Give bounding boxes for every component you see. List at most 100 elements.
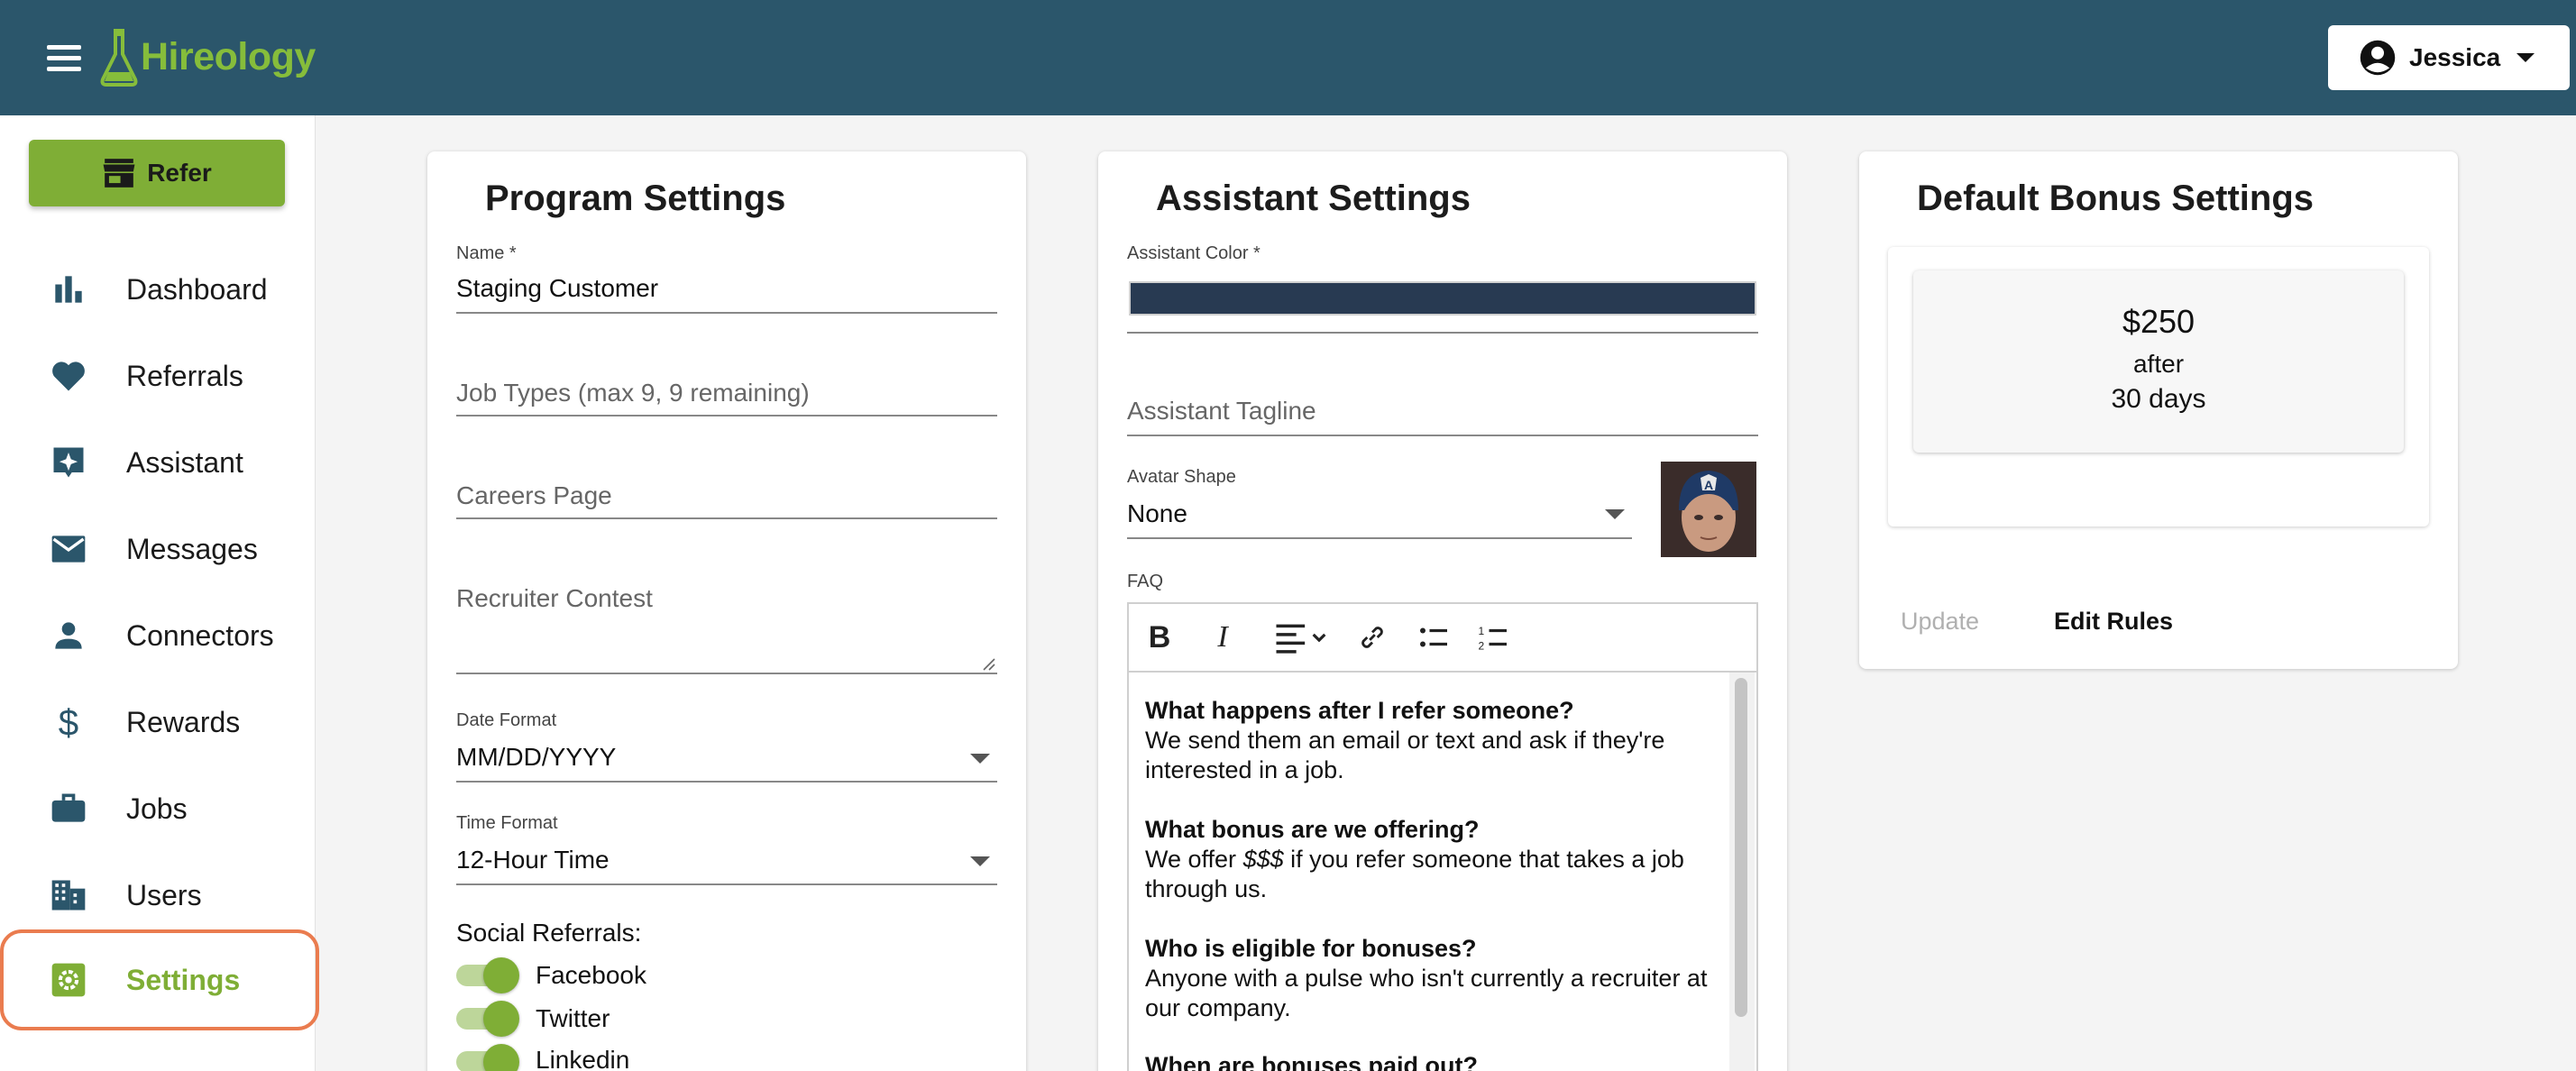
faq-question: What happens after I refer someone?: [1145, 697, 1574, 724]
sidebar-item-label: Dashboard: [126, 272, 268, 306]
linkedin-label: Linkedin: [536, 1046, 630, 1071]
assistant-color-swatch[interactable]: [1129, 281, 1756, 316]
name-label: Name *: [456, 243, 517, 263]
faq-answer: We send them an email or text and ask if…: [1145, 727, 1665, 783]
user-name: Jessica: [2409, 43, 2501, 71]
menu-icon[interactable]: [47, 45, 81, 71]
faq-label: FAQ: [1127, 572, 1164, 591]
avatar-image[interactable]: A: [1661, 462, 1756, 557]
briefcase-icon: [49, 789, 88, 828]
user-menu-button[interactable]: Jessica: [2328, 25, 2570, 90]
refer-label: Refer: [147, 159, 212, 187]
envelope-icon: [49, 529, 88, 569]
heart-icon: [49, 356, 88, 396]
faq-answer: We offer $$$ if you refer someone that t…: [1145, 846, 1684, 902]
sidebar-item-connectors[interactable]: Connectors: [0, 592, 316, 679]
recruiter-contest-underline: [456, 673, 997, 674]
flask-logo-icon: [100, 29, 138, 87]
editor-toolbar-divider: [1129, 671, 1756, 673]
bold-icon[interactable]: B: [1141, 617, 1178, 658]
bullet-list-icon[interactable]: [1414, 617, 1453, 658]
avatar-shape-underline: [1127, 537, 1632, 539]
assistant-tagline-underline: [1127, 435, 1758, 436]
sidebar-item-label: Connectors: [126, 618, 274, 652]
job-types-input[interactable]: Job Types (max 9, 9 remaining): [456, 379, 810, 407]
facebook-toggle[interactable]: [456, 956, 521, 993]
recruiter-contest-textarea[interactable]: Recruiter Contest: [456, 584, 653, 613]
sidebar-item-assistant[interactable]: Assistant: [0, 419, 316, 506]
avatar-shape-label: Avatar Shape: [1127, 467, 1236, 487]
sidebar-item-dashboard[interactable]: Dashboard: [0, 246, 316, 333]
svg-text:A: A: [1704, 478, 1713, 492]
chevron-down-icon[interactable]: [1605, 509, 1625, 519]
sidebar-item-settings[interactable]: Settings: [0, 929, 319, 1030]
svg-text:$: $: [59, 702, 78, 742]
avatar-shape-select[interactable]: None: [1127, 499, 1187, 528]
careers-page-input[interactable]: Careers Page: [456, 481, 612, 510]
linkedin-toggle[interactable]: [456, 1042, 521, 1071]
twitter-toggle[interactable]: [456, 999, 521, 1037]
faq-question: What bonus are we offering?: [1145, 816, 1480, 843]
assistant-settings-title: Assistant Settings: [1156, 178, 1471, 218]
faq-item: What bonus are we offering? We offer $$$…: [1145, 815, 1722, 904]
facebook-label: Facebook: [536, 961, 646, 989]
social-referrals-label: Social Referrals:: [456, 919, 642, 947]
sidebar-item-label: Referrals: [126, 359, 243, 392]
sidebar-item-users[interactable]: Users: [0, 852, 316, 938]
bonus-days: 30 days: [2111, 384, 2206, 414]
edit-rules-button[interactable]: Edit Rules: [2054, 608, 2173, 636]
sidebar-item-label: Messages: [126, 532, 258, 565]
chevron-down-icon[interactable]: [970, 856, 990, 866]
bonus-amount: $250: [2122, 303, 2196, 340]
date-format-underline: [456, 781, 997, 783]
numbered-list-icon[interactable]: 12: [1473, 617, 1513, 658]
resize-handle-icon[interactable]: [981, 656, 995, 671]
sidebar-item-referrals[interactable]: Referrals: [0, 333, 316, 419]
faq-answer: Anyone with a pulse who isn't currently …: [1145, 965, 1708, 1021]
date-format-label: Date Format: [456, 710, 557, 730]
sidebar-item-label: Settings: [126, 963, 241, 996]
assistant-tagline-input[interactable]: Assistant Tagline: [1127, 397, 1316, 426]
time-format-label: Time Format: [456, 813, 558, 833]
name-field[interactable]: Staging Customer: [456, 274, 658, 303]
time-format-underline: [456, 883, 997, 885]
svg-text:2: 2: [1479, 640, 1485, 653]
bar-chart-icon: [49, 270, 88, 309]
chevron-down-icon[interactable]: [970, 754, 990, 764]
italic-icon[interactable]: I: [1205, 617, 1241, 658]
sidebar-item-label: Jobs: [126, 792, 188, 825]
sidebar-item-label: Rewards: [126, 705, 241, 738]
update-button[interactable]: Update: [1901, 608, 1979, 636]
faq-item: Who is eligible for bonuses? Anyone with…: [1145, 934, 1722, 1023]
faq-item: When are bonuses paid out?: [1145, 1051, 1722, 1071]
align-left-icon: [1276, 624, 1326, 654]
storefront-icon: [103, 159, 135, 188]
sidebar-item-jobs[interactable]: Jobs: [0, 765, 316, 852]
dollar-icon: $: [49, 702, 88, 742]
careers-page-underline: [456, 517, 997, 519]
refer-button[interactable]: Refer: [29, 140, 285, 206]
bonus-settings-title: Default Bonus Settings: [1917, 178, 2315, 218]
app-name: Hireology: [141, 34, 316, 78]
faq-question: When are bonuses paid out?: [1145, 1052, 1479, 1071]
sparkle-assistant-icon: [49, 443, 88, 482]
faq-question: Who is eligible for bonuses?: [1145, 935, 1477, 962]
program-settings-title: Program Settings: [485, 178, 786, 218]
time-format-select[interactable]: 12-Hour Time: [456, 846, 610, 874]
sidebar-item-label: Assistant: [126, 445, 243, 479]
chevron-down-icon: [2516, 53, 2535, 62]
faq-scrollbar-thumb[interactable]: [1735, 678, 1747, 1017]
date-format-select[interactable]: MM/DD/YYYY: [456, 743, 616, 772]
person-icon: [49, 616, 88, 655]
align-dropdown[interactable]: [1266, 617, 1338, 658]
sidebar-item-messages[interactable]: Messages: [0, 506, 316, 592]
twitter-label: Twitter: [536, 1004, 610, 1032]
app-logo[interactable]: Hireology: [99, 25, 316, 88]
assistant-color-label: Assistant Color *: [1127, 243, 1260, 263]
bonus-rule-card[interactable]: $250 after 30 days: [1913, 270, 2404, 453]
name-underline: [456, 312, 997, 314]
bonus-after: after: [2132, 350, 2185, 378]
link-icon[interactable]: [1352, 617, 1392, 658]
gear-icon: [49, 960, 88, 1000]
sidebar-item-rewards[interactable]: $ Rewards: [0, 679, 316, 765]
